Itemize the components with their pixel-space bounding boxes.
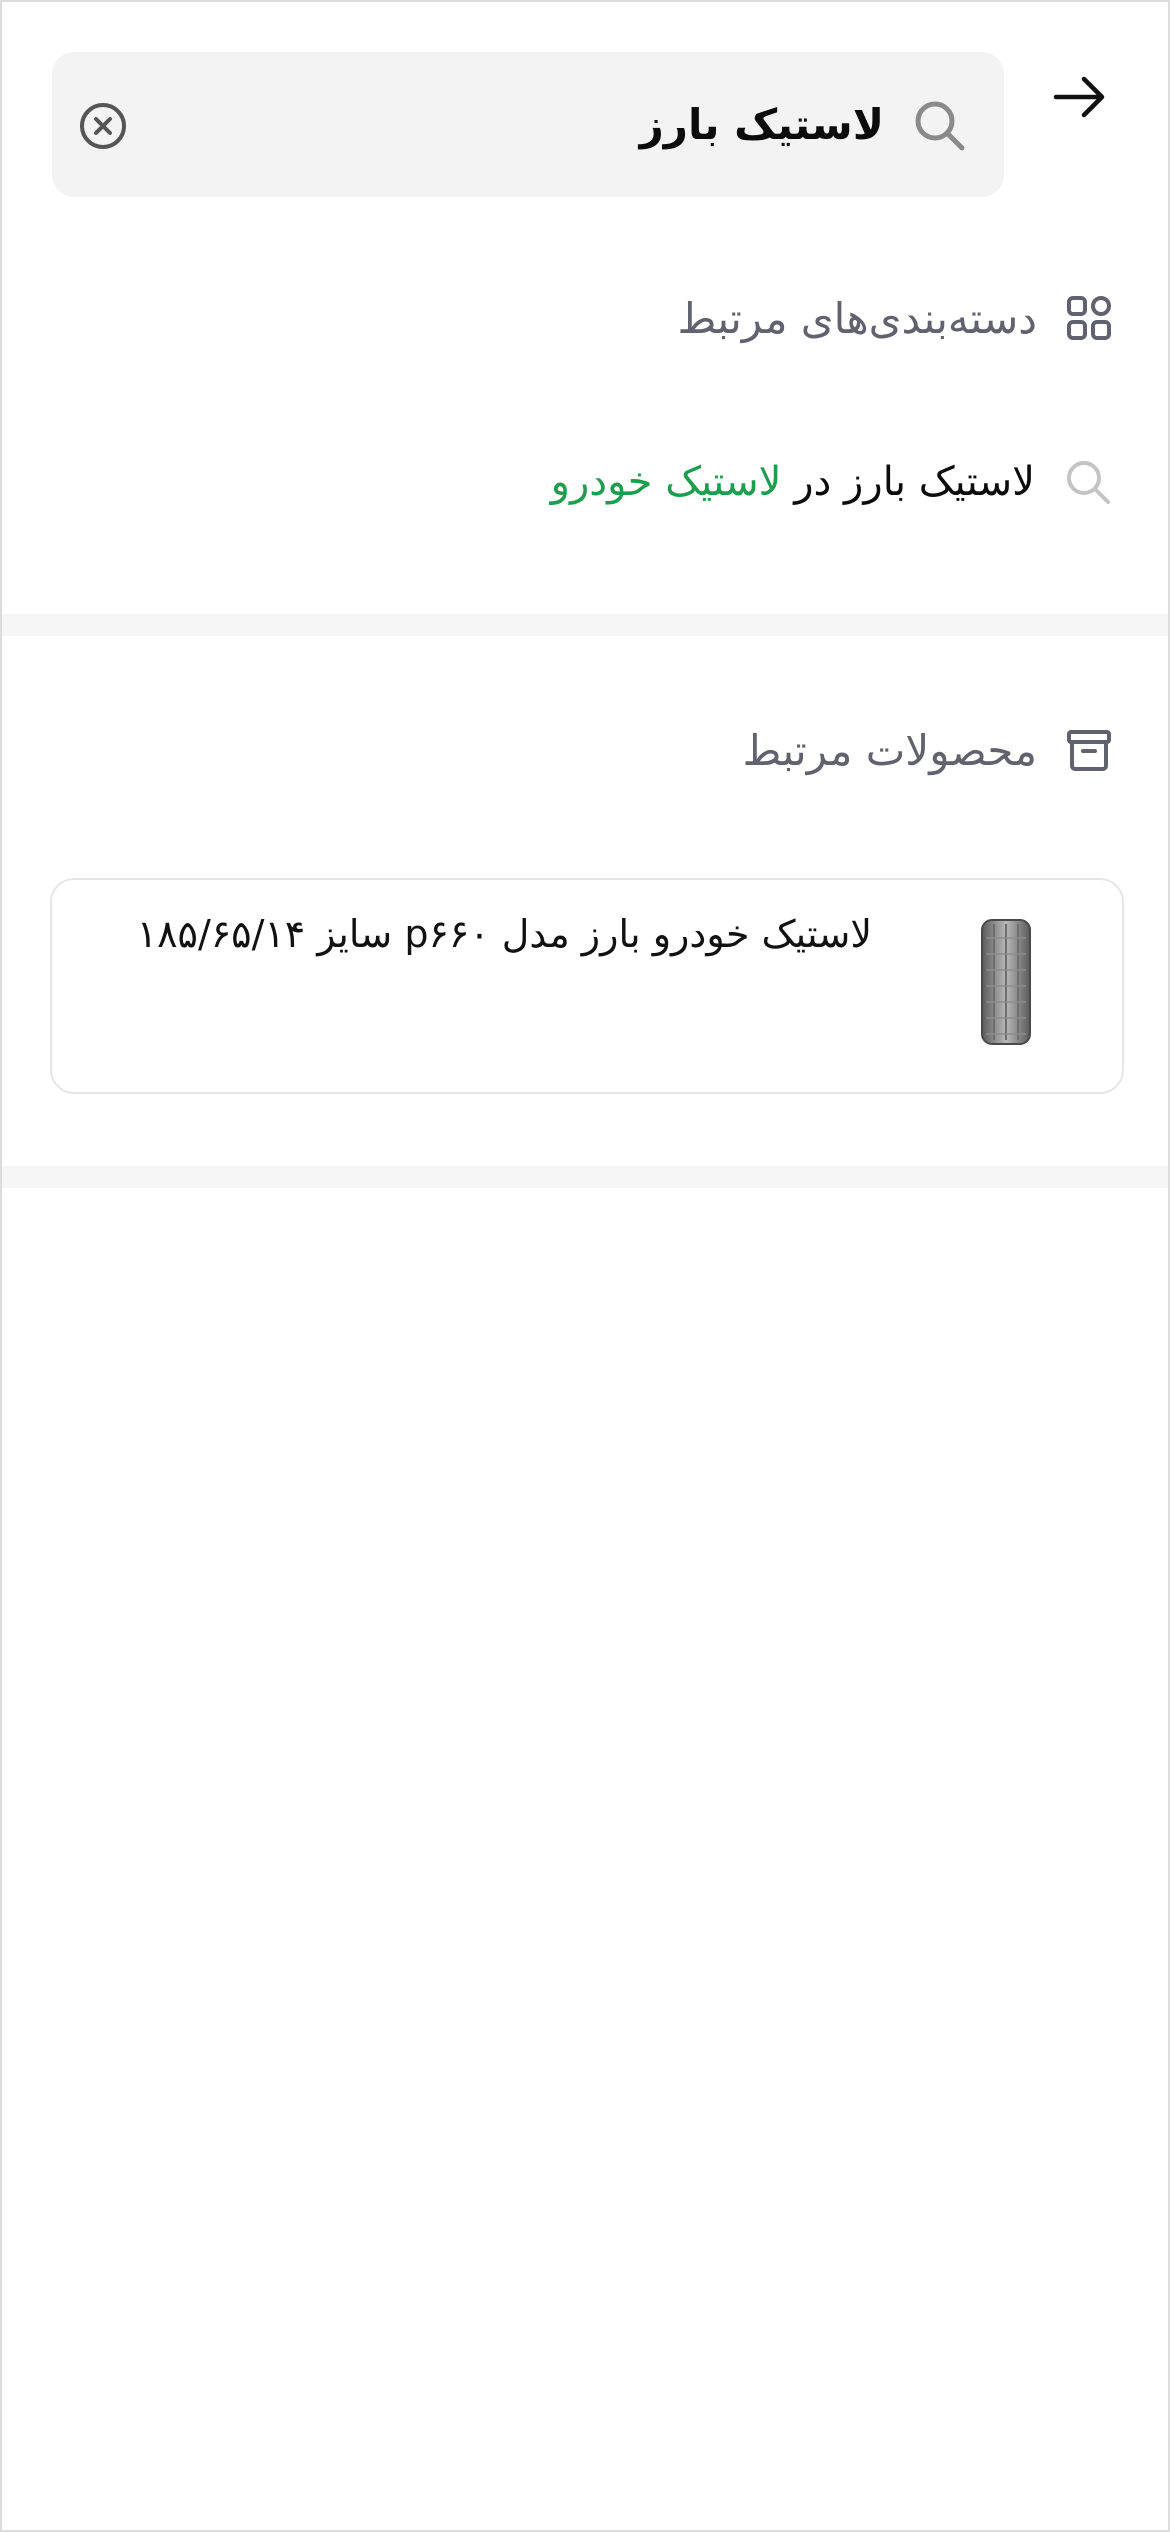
clear-search-icon[interactable] xyxy=(78,101,128,151)
back-button[interactable] xyxy=(1050,67,1110,127)
search-icon xyxy=(1067,461,1110,504)
suggestion-query: لاستیک بارز در xyxy=(781,459,1035,505)
search-bar[interactable] xyxy=(52,52,1004,197)
related-categories-title: دسته‌بندی‌های مرتبط xyxy=(677,293,1037,343)
grid-icon xyxy=(1067,296,1111,340)
related-products-heading: محصولات مرتبط xyxy=(743,710,1113,790)
tire-image xyxy=(981,919,1031,1045)
related-categories-heading: دسته‌بندی‌های مرتبط xyxy=(678,278,1113,358)
category-suggestion-item[interactable]: لاستیک بارز در لاستیک خودرو xyxy=(551,442,1113,522)
search-input[interactable] xyxy=(184,52,884,197)
related-products-title: محصولات مرتبط xyxy=(742,725,1037,775)
section-divider xyxy=(2,614,1168,636)
arrow-right-icon xyxy=(1053,76,1105,118)
search-icon xyxy=(915,101,965,151)
archive-box-icon xyxy=(1067,730,1111,771)
category-suggestion-text: لاستیک بارز در لاستیک خودرو xyxy=(551,459,1035,505)
product-card[interactable]: لاستیک خودرو بارز مدل p۶۶۰ سایز ۱۸۵/۶۵/۱… xyxy=(50,878,1124,1094)
suggestion-category: لاستیک خودرو xyxy=(550,459,782,505)
section-divider xyxy=(2,1166,1168,1188)
product-name: لاستیک خودرو بارز مدل p۶۶۰ سایز ۱۸۵/۶۵/۱… xyxy=(136,912,872,956)
